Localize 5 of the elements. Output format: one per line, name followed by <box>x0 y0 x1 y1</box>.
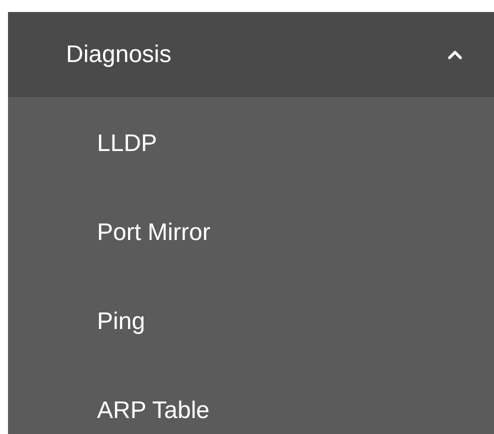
menu-item[interactable]: Port Mirror <box>97 214 210 250</box>
menu-item[interactable]: LLDP <box>97 126 158 162</box>
menu-item[interactable]: ARP Table <box>97 392 210 428</box>
menu-header[interactable]: Diagnosis <box>8 12 494 97</box>
menu-item[interactable]: Ping <box>97 304 146 340</box>
